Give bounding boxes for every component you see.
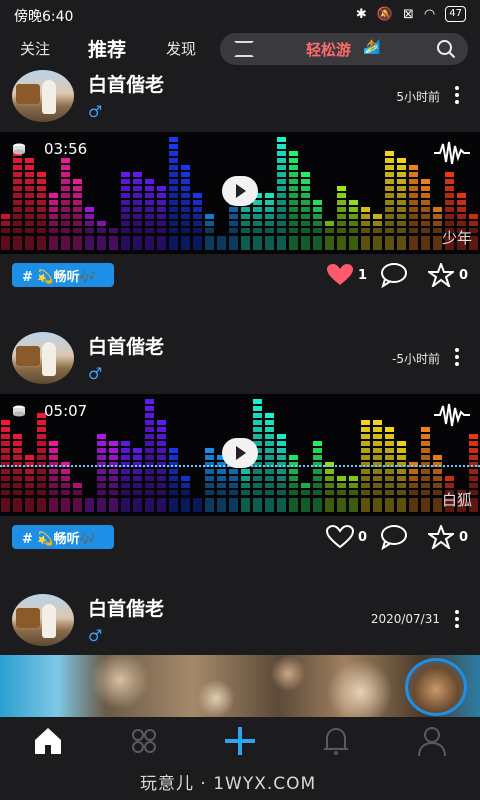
post-card: 白首偕老 ♂ -5小时前 05:07 白狐 # 💫畅听🎶 0 0: [0, 328, 480, 558]
search-bar[interactable]: 轻松游 🏄: [220, 33, 468, 65]
tab-recommend[interactable]: 推荐: [88, 35, 126, 62]
gender-male-icon: ♂: [88, 102, 103, 121]
profile-icon[interactable]: [412, 723, 452, 759]
star-count: 0: [459, 530, 469, 545]
star-icon[interactable]: [428, 263, 454, 287]
wifi-icon: ◠: [423, 6, 436, 22]
status-bar: 傍晚6:40 ✱ 🔕 ⊠ ◠ 47: [0, 0, 480, 30]
top-nav: 关注 推荐 发现 轻松游 🏄: [0, 30, 480, 70]
tab-discover[interactable]: 发现: [166, 38, 196, 59]
like-icon[interactable]: [326, 525, 354, 549]
status-time: 傍晚6:40: [14, 9, 74, 25]
more-icon[interactable]: [454, 610, 460, 632]
bell-icon[interactable]: [316, 723, 356, 759]
post-time: 5小时前: [396, 90, 440, 104]
star-count: 0: [459, 268, 469, 283]
post-card: 白首偕老 ♂ 5小时前 03:56 少年 # 💫畅听🎶 1 0: [0, 66, 480, 296]
battery-icon: 47: [445, 6, 466, 22]
avatar[interactable]: [12, 594, 74, 646]
sim-off-icon: ⊠: [403, 6, 414, 22]
floating-game-button[interactable]: [405, 658, 467, 716]
waveform-icon: [434, 141, 470, 165]
post-time: 2020/07/31: [370, 612, 440, 626]
like-count: 0: [358, 530, 368, 545]
star-icon[interactable]: [428, 525, 454, 549]
more-icon[interactable]: [454, 86, 460, 108]
avatar[interactable]: [12, 332, 74, 384]
waveform-icon: [434, 403, 470, 427]
disk-icon: [13, 143, 25, 155]
tab-follow[interactable]: 关注: [20, 38, 50, 59]
mute-icon: 🔕: [376, 6, 394, 22]
gender-male-icon: ♂: [88, 364, 103, 383]
duration: 03:56: [44, 140, 88, 158]
post-time: -5小时前: [392, 352, 440, 366]
surf-emoji-icon: 🏄: [363, 39, 381, 55]
username[interactable]: 白首偕老: [88, 594, 164, 621]
play-button[interactable]: [222, 176, 258, 206]
gender-male-icon: ♂: [88, 626, 103, 645]
scan-icon[interactable]: [234, 41, 254, 57]
disk-icon: [13, 405, 25, 417]
discover-grid-icon[interactable]: [124, 723, 164, 759]
topic-tag[interactable]: # 💫畅听🎶: [12, 525, 114, 549]
username[interactable]: 白首偕老: [88, 70, 164, 97]
home-icon[interactable]: [28, 723, 68, 759]
add-icon[interactable]: [220, 723, 260, 759]
status-icons: ✱ 🔕 ⊠ ◠ 47: [356, 6, 466, 22]
like-count: 1: [358, 268, 368, 283]
search-placeholder: 轻松游: [306, 41, 352, 59]
bluetooth-icon: ✱: [355, 6, 367, 22]
comment-icon[interactable]: [380, 262, 408, 288]
watermark: 玩意儿 · 1WYX.COM: [140, 774, 317, 794]
play-button[interactable]: [222, 438, 258, 468]
more-icon[interactable]: [454, 348, 460, 370]
system-nav-bar: 玩意儿 · 1WYX.COM: [0, 767, 480, 800]
avatar[interactable]: [12, 70, 74, 122]
audio-player[interactable]: 03:56 少年: [0, 132, 480, 254]
audio-player[interactable]: 05:07 白狐: [0, 394, 480, 516]
topic-tag[interactable]: # 💫畅听🎶: [12, 263, 114, 287]
song-title: 白狐: [441, 491, 472, 509]
search-icon[interactable]: [436, 39, 456, 59]
username[interactable]: 白首偕老: [88, 332, 164, 359]
like-icon[interactable]: [326, 263, 354, 287]
bottom-tab-bar: [0, 717, 480, 767]
duration: 05:07: [44, 402, 88, 420]
song-title: 少年: [441, 229, 472, 247]
comment-icon[interactable]: [380, 524, 408, 550]
